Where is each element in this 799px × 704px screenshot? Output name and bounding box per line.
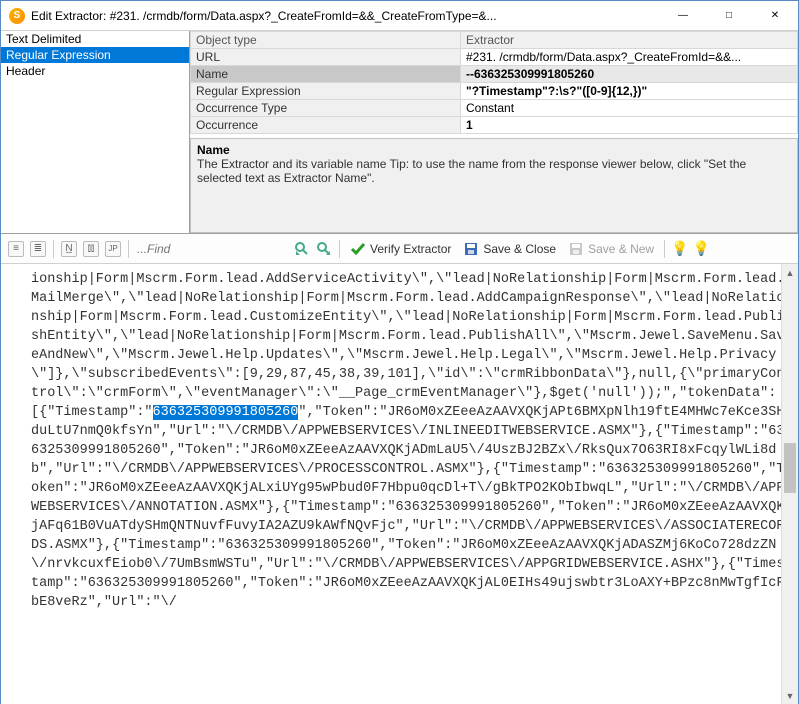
scroll-down-arrow[interactable]: ▼: [782, 687, 798, 704]
check-icon: [350, 241, 366, 257]
propgrid-value-occ[interactable]: 1: [461, 117, 798, 134]
propgrid-header-left: Object type: [191, 32, 461, 49]
upper-pane: Text Delimited Regular Expression Header…: [1, 31, 798, 234]
response-viewer[interactable]: ionship|Form|Mscrm.Form.lead.AddServiceA…: [1, 264, 798, 704]
save-new-button[interactable]: Save & New: [564, 240, 658, 258]
verify-extractor-label: Verify Extractor: [370, 242, 451, 256]
list-item-text-delimited[interactable]: Text Delimited: [1, 31, 189, 47]
propgrid-label-url: URL: [191, 49, 461, 66]
toolbar-icon-n[interactable]: N̲: [60, 240, 78, 258]
toolbar-icon-bars[interactable]: ⫾⫾: [82, 240, 100, 258]
save-close-button[interactable]: Save & Close: [459, 240, 560, 258]
toolbar-icon-2[interactable]: ≣: [29, 240, 47, 258]
window-controls: — □ ✕: [660, 1, 798, 30]
propgrid-label-occ: Occurrence: [191, 117, 461, 134]
toolbar: ≡ ≣ N̲ ⫾⫾ JP Verify Extractor Save & Clo…: [1, 234, 798, 264]
save-icon-disabled: [568, 241, 584, 257]
propgrid-value-occ-type[interactable]: Constant: [461, 100, 798, 117]
scroll-thumb[interactable]: [784, 443, 796, 493]
scroll-track[interactable]: [782, 281, 798, 687]
find-input[interactable]: [135, 241, 225, 257]
propgrid-label-regex: Regular Expression: [191, 83, 461, 100]
list-item-regular-expression[interactable]: Regular Expression: [1, 47, 189, 63]
propgrid-value-url[interactable]: #231. /crmdb/form/Data.aspx?_CreateFromI…: [461, 49, 798, 66]
toolbar-separator: [664, 240, 665, 258]
save-icon: [463, 241, 479, 257]
close-button[interactable]: ✕: [752, 1, 798, 30]
propgrid-label-occ-type: Occurrence Type: [191, 100, 461, 117]
extractor-type-list[interactable]: Text Delimited Regular Expression Header: [1, 31, 190, 233]
toolbar-separator: [128, 240, 129, 258]
toolbar-icon-jp[interactable]: JP: [104, 240, 122, 258]
toolbar-icon-1[interactable]: ≡: [7, 240, 25, 258]
save-close-label: Save & Close: [483, 242, 556, 256]
propgrid-value-name[interactable]: --636325309991805260: [461, 66, 798, 83]
save-new-label: Save & New: [588, 242, 654, 256]
find-prev-icon[interactable]: [293, 240, 311, 258]
toolbar-separator: [339, 240, 340, 258]
vertical-scrollbar[interactable]: ▲ ▼: [781, 264, 798, 704]
find-next-icon[interactable]: [315, 240, 333, 258]
lightbulb-icon[interactable]: 💡: [671, 240, 688, 257]
app-icon: S: [9, 8, 25, 24]
lightbulb-icon[interactable]: 💡: [693, 240, 710, 257]
propgrid-header-right: Extractor: [461, 32, 798, 49]
property-grid[interactable]: Object type Extractor URL #231. /crmdb/f…: [190, 31, 798, 134]
minimize-button[interactable]: —: [660, 1, 706, 30]
right-pane: Object type Extractor URL #231. /crmdb/f…: [190, 31, 798, 233]
maximize-button[interactable]: □: [706, 1, 752, 30]
description-text: The Extractor and its variable name Tip:…: [197, 157, 791, 185]
window-title: Edit Extractor: #231. /crmdb/form/Data.a…: [31, 9, 660, 23]
propgrid-value-regex[interactable]: "?Timestamp"?:\s?"([0-9]{12,})": [461, 83, 798, 100]
title-bar: S Edit Extractor: #231. /crmdb/form/Data…: [1, 1, 798, 31]
description-box: Name The Extractor and its variable name…: [190, 138, 798, 233]
list-item-header[interactable]: Header: [1, 63, 189, 79]
description-title: Name: [197, 143, 791, 157]
verify-extractor-button[interactable]: Verify Extractor: [346, 240, 455, 258]
response-text[interactable]: ionship|Form|Mscrm.Form.lead.AddServiceA…: [1, 264, 798, 618]
highlighted-match[interactable]: 636325309991805260: [153, 405, 299, 420]
scroll-up-arrow[interactable]: ▲: [782, 264, 798, 281]
toolbar-separator: [53, 240, 54, 258]
propgrid-label-name: Name: [191, 66, 461, 83]
